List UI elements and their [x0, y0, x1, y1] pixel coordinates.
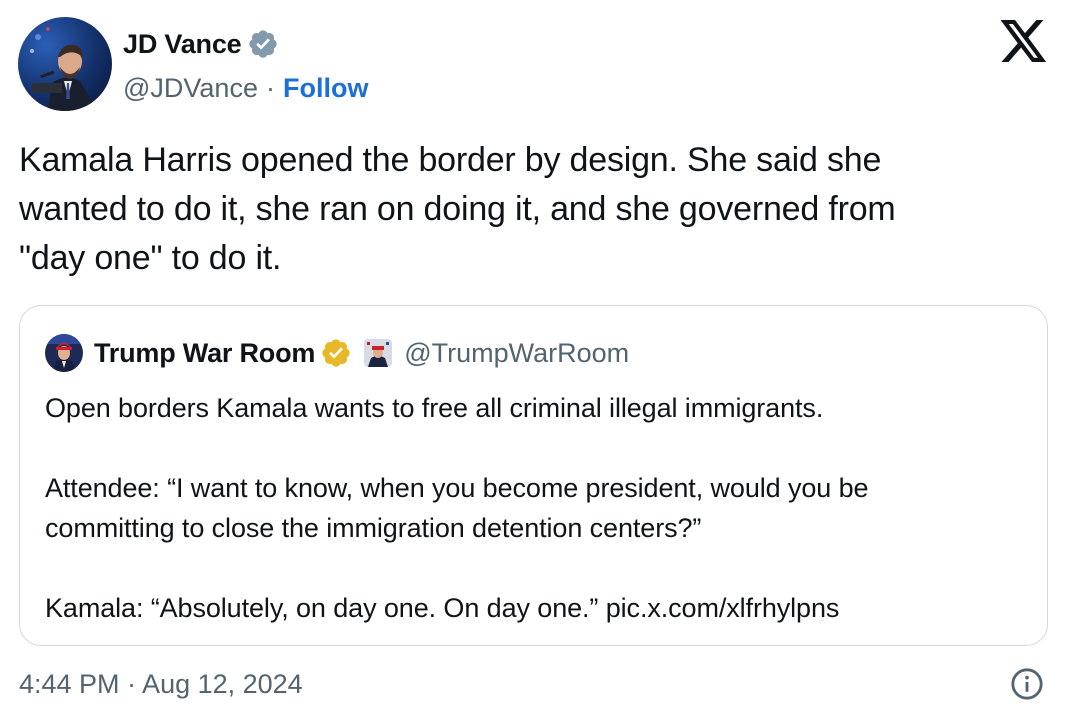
author-name-row: JD Vance: [123, 26, 279, 62]
verified-badge-icon: [249, 30, 278, 58]
separator-dot: ·: [265, 72, 275, 103]
quoted-author-name[interactable]: Trump War Room: [94, 338, 315, 369]
quoted-tweet-header: Trump War Room @TrumpWarRoom: [45, 334, 629, 372]
quoted-tweet-card[interactable]: Trump War Room @TrumpWarRoom Open border…: [19, 305, 1048, 646]
verified-gold-badge-icon: [322, 339, 350, 367]
follow-button[interactable]: Follow: [283, 73, 368, 104]
author-handle[interactable]: @JDVance: [123, 73, 258, 104]
x-logo-icon[interactable]: [1000, 20, 1048, 64]
author-sub-row: @JDVance · Follow: [123, 70, 368, 106]
quoted-author-handle[interactable]: @TrumpWarRoom: [404, 338, 629, 369]
tweet-card: JD Vance @JDVance · Follow Kamala Harris…: [0, 0, 1078, 712]
quoted-author-avatar[interactable]: [45, 334, 83, 372]
tweet-timestamp[interactable]: 4:44 PM · Aug 12, 2024: [19, 666, 303, 702]
quoted-tweet-text: Open borders Kamala wants to free all cr…: [45, 393, 869, 623]
author-name[interactable]: JD Vance: [123, 29, 242, 60]
tweet-text: Kamala Harris opened the border by desig…: [19, 141, 896, 277]
info-icon[interactable]: [1010, 667, 1044, 701]
author-avatar[interactable]: [18, 17, 112, 111]
affiliate-badge-icon[interactable]: [364, 339, 393, 367]
